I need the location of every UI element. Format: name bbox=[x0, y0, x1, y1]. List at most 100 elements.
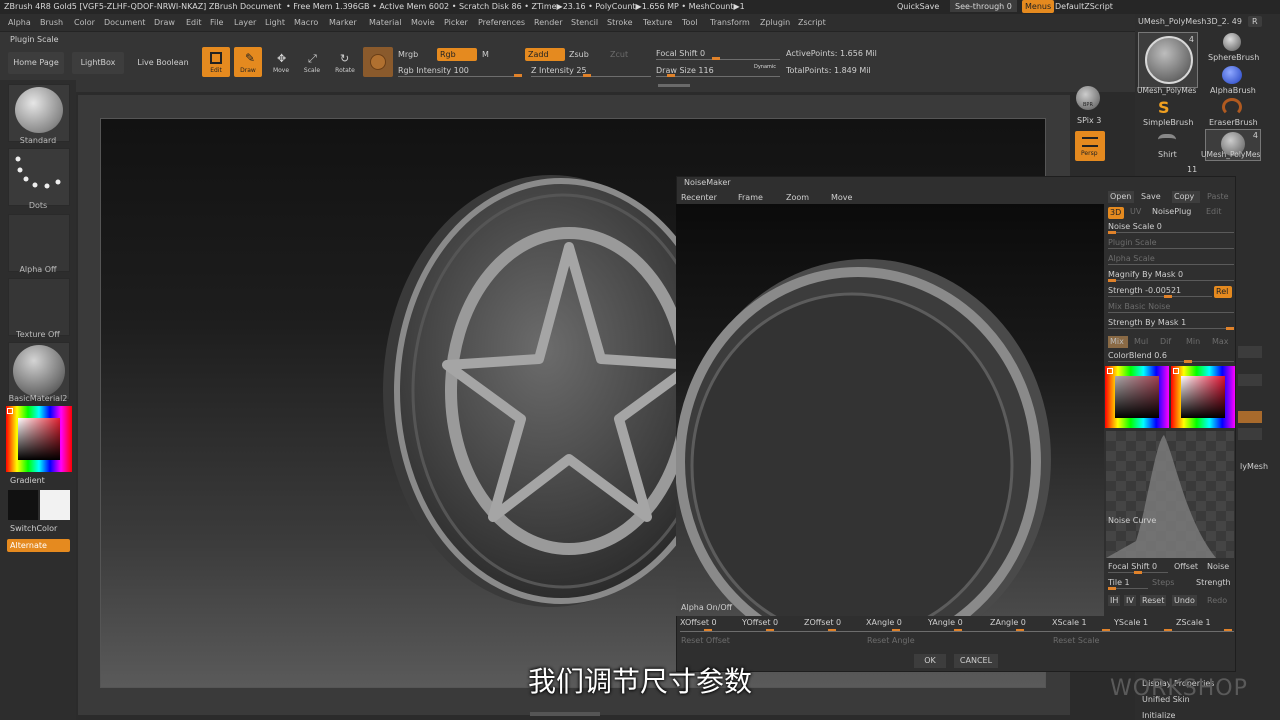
eraserbrush-icon[interactable] bbox=[1222, 98, 1242, 116]
noise-edit-button[interactable]: Edit bbox=[1206, 207, 1222, 216]
z-intensity-slider[interactable]: Z Intensity 25 bbox=[531, 66, 587, 75]
shelf-scroll-handle[interactable] bbox=[658, 84, 690, 87]
paste-button[interactable]: Paste bbox=[1205, 191, 1233, 203]
focal-shift-curve-slider[interactable]: Focal Shift 0 bbox=[1108, 562, 1168, 574]
tile-slider[interactable]: Tile 1 bbox=[1108, 578, 1148, 590]
blend-max-button[interactable]: Max bbox=[1212, 337, 1229, 346]
xscale-slider[interactable]: XScale 1 bbox=[1052, 618, 1112, 632]
menu-stroke[interactable]: Stroke bbox=[607, 18, 633, 27]
quicksave-button[interactable]: QuickSave bbox=[897, 2, 939, 11]
draw-size-slider[interactable]: Draw Size 116 bbox=[656, 66, 714, 75]
noise-color-2-square[interactable] bbox=[1181, 376, 1225, 418]
menu-light[interactable]: Light bbox=[265, 18, 285, 27]
menu-document[interactable]: Document bbox=[104, 18, 145, 27]
tool-sub-button-4[interactable] bbox=[1238, 428, 1262, 440]
ok-button[interactable]: OK bbox=[914, 654, 946, 668]
noise-preview-canvas[interactable] bbox=[676, 204, 1104, 616]
colorblend-slider[interactable]: ColorBlend 0.6 bbox=[1108, 351, 1234, 363]
blend-dif-button[interactable]: Dif bbox=[1160, 337, 1171, 346]
zoom-button[interactable]: Zoom bbox=[786, 193, 809, 202]
yangle-slider[interactable]: YAngle 0 bbox=[928, 618, 988, 632]
material-button[interactable] bbox=[8, 342, 70, 400]
magnify-by-mask-slider[interactable]: Magnify By Mask 0 bbox=[1108, 270, 1234, 282]
home-page-button[interactable]: Home Page bbox=[8, 52, 64, 74]
move-button[interactable]: Move bbox=[831, 193, 852, 202]
cancel-button[interactable]: CANCEL bbox=[954, 654, 998, 668]
reset-angle-button[interactable]: Reset Angle bbox=[867, 636, 915, 645]
blend-mix-button[interactable]: Mix bbox=[1108, 336, 1128, 348]
persp-button[interactable]: Persp bbox=[1075, 131, 1105, 161]
mode-uv-button[interactable]: UV bbox=[1130, 207, 1141, 216]
noiseplug-button[interactable]: NoisePlug bbox=[1152, 207, 1191, 216]
copy-button[interactable]: Copy bbox=[1172, 191, 1200, 203]
tool-thumb-umesh[interactable]: 4 bbox=[1138, 32, 1198, 88]
live-boolean-button[interactable]: Live Boolean bbox=[132, 52, 194, 74]
menu-movie[interactable]: Movie bbox=[411, 18, 435, 27]
draw-mode-button[interactable]: ✎ Draw bbox=[234, 47, 262, 77]
color-picker-square[interactable] bbox=[18, 418, 60, 460]
dynamic-toggle[interactable]: Dynamic bbox=[754, 64, 776, 70]
lightbox-button[interactable]: LightBox bbox=[72, 52, 124, 74]
zangle-slider[interactable]: ZAngle 0 bbox=[990, 618, 1050, 632]
simplebrush-icon[interactable]: S bbox=[1158, 98, 1170, 117]
strength-by-mask-slider[interactable]: Strength By Mask 1 bbox=[1108, 318, 1234, 330]
rel-button[interactable]: Rel bbox=[1214, 286, 1232, 298]
menus-toggle[interactable]: Menus bbox=[1022, 0, 1055, 13]
menu-texture[interactable]: Texture bbox=[643, 18, 672, 27]
alpha-onoff-button[interactable]: Alpha On/Off bbox=[681, 603, 732, 612]
menu-macro[interactable]: Macro bbox=[294, 18, 318, 27]
open-button[interactable]: Open bbox=[1108, 191, 1134, 203]
save-button[interactable]: Save bbox=[1139, 191, 1167, 203]
menu-edit[interactable]: Edit bbox=[186, 18, 202, 27]
alpha-slot-button[interactable] bbox=[8, 214, 70, 272]
frame-button[interactable]: Frame bbox=[738, 193, 763, 202]
xangle-slider[interactable]: XAngle 0 bbox=[866, 618, 926, 632]
zoffset-slider[interactable]: ZOffset 0 bbox=[804, 618, 864, 632]
ih-button[interactable]: IH bbox=[1108, 595, 1121, 606]
mode-3d-button[interactable]: 3D bbox=[1108, 207, 1124, 219]
menu-stencil[interactable]: Stencil bbox=[571, 18, 598, 27]
stroke-dots-button[interactable] bbox=[8, 148, 70, 206]
rgb-intensity-knob[interactable] bbox=[514, 74, 522, 77]
xoffset-slider[interactable]: XOffset 0 bbox=[680, 618, 740, 632]
curve-strength-slider[interactable]: Strength bbox=[1196, 578, 1231, 587]
menu-color[interactable]: Color bbox=[74, 18, 95, 27]
menu-tool[interactable]: Tool bbox=[682, 18, 698, 27]
offset-button[interactable]: Offset bbox=[1174, 562, 1198, 571]
menu-layer[interactable]: Layer bbox=[234, 18, 256, 27]
initialize-menu[interactable]: Initialize bbox=[1142, 711, 1175, 720]
zsub-button[interactable]: Zsub bbox=[569, 50, 589, 59]
steps-slider[interactable]: Steps bbox=[1152, 578, 1174, 587]
menu-render[interactable]: Render bbox=[534, 18, 562, 27]
focal-shift-knob[interactable] bbox=[712, 57, 720, 60]
blend-mul-button[interactable]: Mul bbox=[1134, 337, 1148, 346]
noise-scale-slider[interactable]: Noise Scale 0 bbox=[1108, 222, 1234, 234]
noise-color-1-square[interactable] bbox=[1115, 376, 1159, 418]
reset-offset-button[interactable]: Reset Offset bbox=[681, 636, 730, 645]
noise-curve-editor[interactable]: Noise Curve bbox=[1106, 431, 1234, 558]
alpha-scale-slider[interactable]: Alpha Scale bbox=[1108, 254, 1234, 266]
menu-transform[interactable]: Transform bbox=[710, 18, 750, 27]
mix-basic-noise-slider[interactable]: Mix Basic Noise bbox=[1108, 302, 1234, 314]
r-button[interactable]: R bbox=[1248, 16, 1262, 27]
menu-brush[interactable]: Brush bbox=[40, 18, 63, 27]
noise-color-1-picker[interactable] bbox=[1105, 366, 1169, 428]
see-through-slider[interactable]: See-through 0 bbox=[950, 0, 1017, 12]
default-zscript[interactable]: DefaultZScript bbox=[1055, 2, 1113, 11]
strength-slider[interactable]: Strength -0.00521 bbox=[1108, 286, 1212, 298]
shirt-icon[interactable] bbox=[1158, 134, 1176, 148]
menu-picker[interactable]: Picker bbox=[444, 18, 468, 27]
plugin-scale-slider[interactable]: Plugin Scale bbox=[1108, 238, 1234, 250]
tool-sub-button-3[interactable] bbox=[1238, 411, 1262, 423]
yoffset-slider[interactable]: YOffset 0 bbox=[742, 618, 802, 632]
menu-zscript[interactable]: Zscript bbox=[798, 18, 826, 27]
tool-sub-button-2[interactable] bbox=[1238, 374, 1262, 386]
menu-material[interactable]: Material bbox=[369, 18, 402, 27]
menu-draw[interactable]: Draw bbox=[154, 18, 175, 27]
tool-sub-button-1[interactable] bbox=[1238, 346, 1262, 358]
move-mode-button[interactable]: ✥ Move bbox=[268, 50, 294, 76]
rotate-mode-button[interactable]: ↻ Rotate bbox=[331, 50, 359, 76]
zadd-button[interactable]: Zadd bbox=[525, 48, 565, 61]
edit-mode-button[interactable]: Edit bbox=[202, 47, 230, 77]
scale-mode-button[interactable]: ⤢ Scale bbox=[299, 50, 325, 76]
